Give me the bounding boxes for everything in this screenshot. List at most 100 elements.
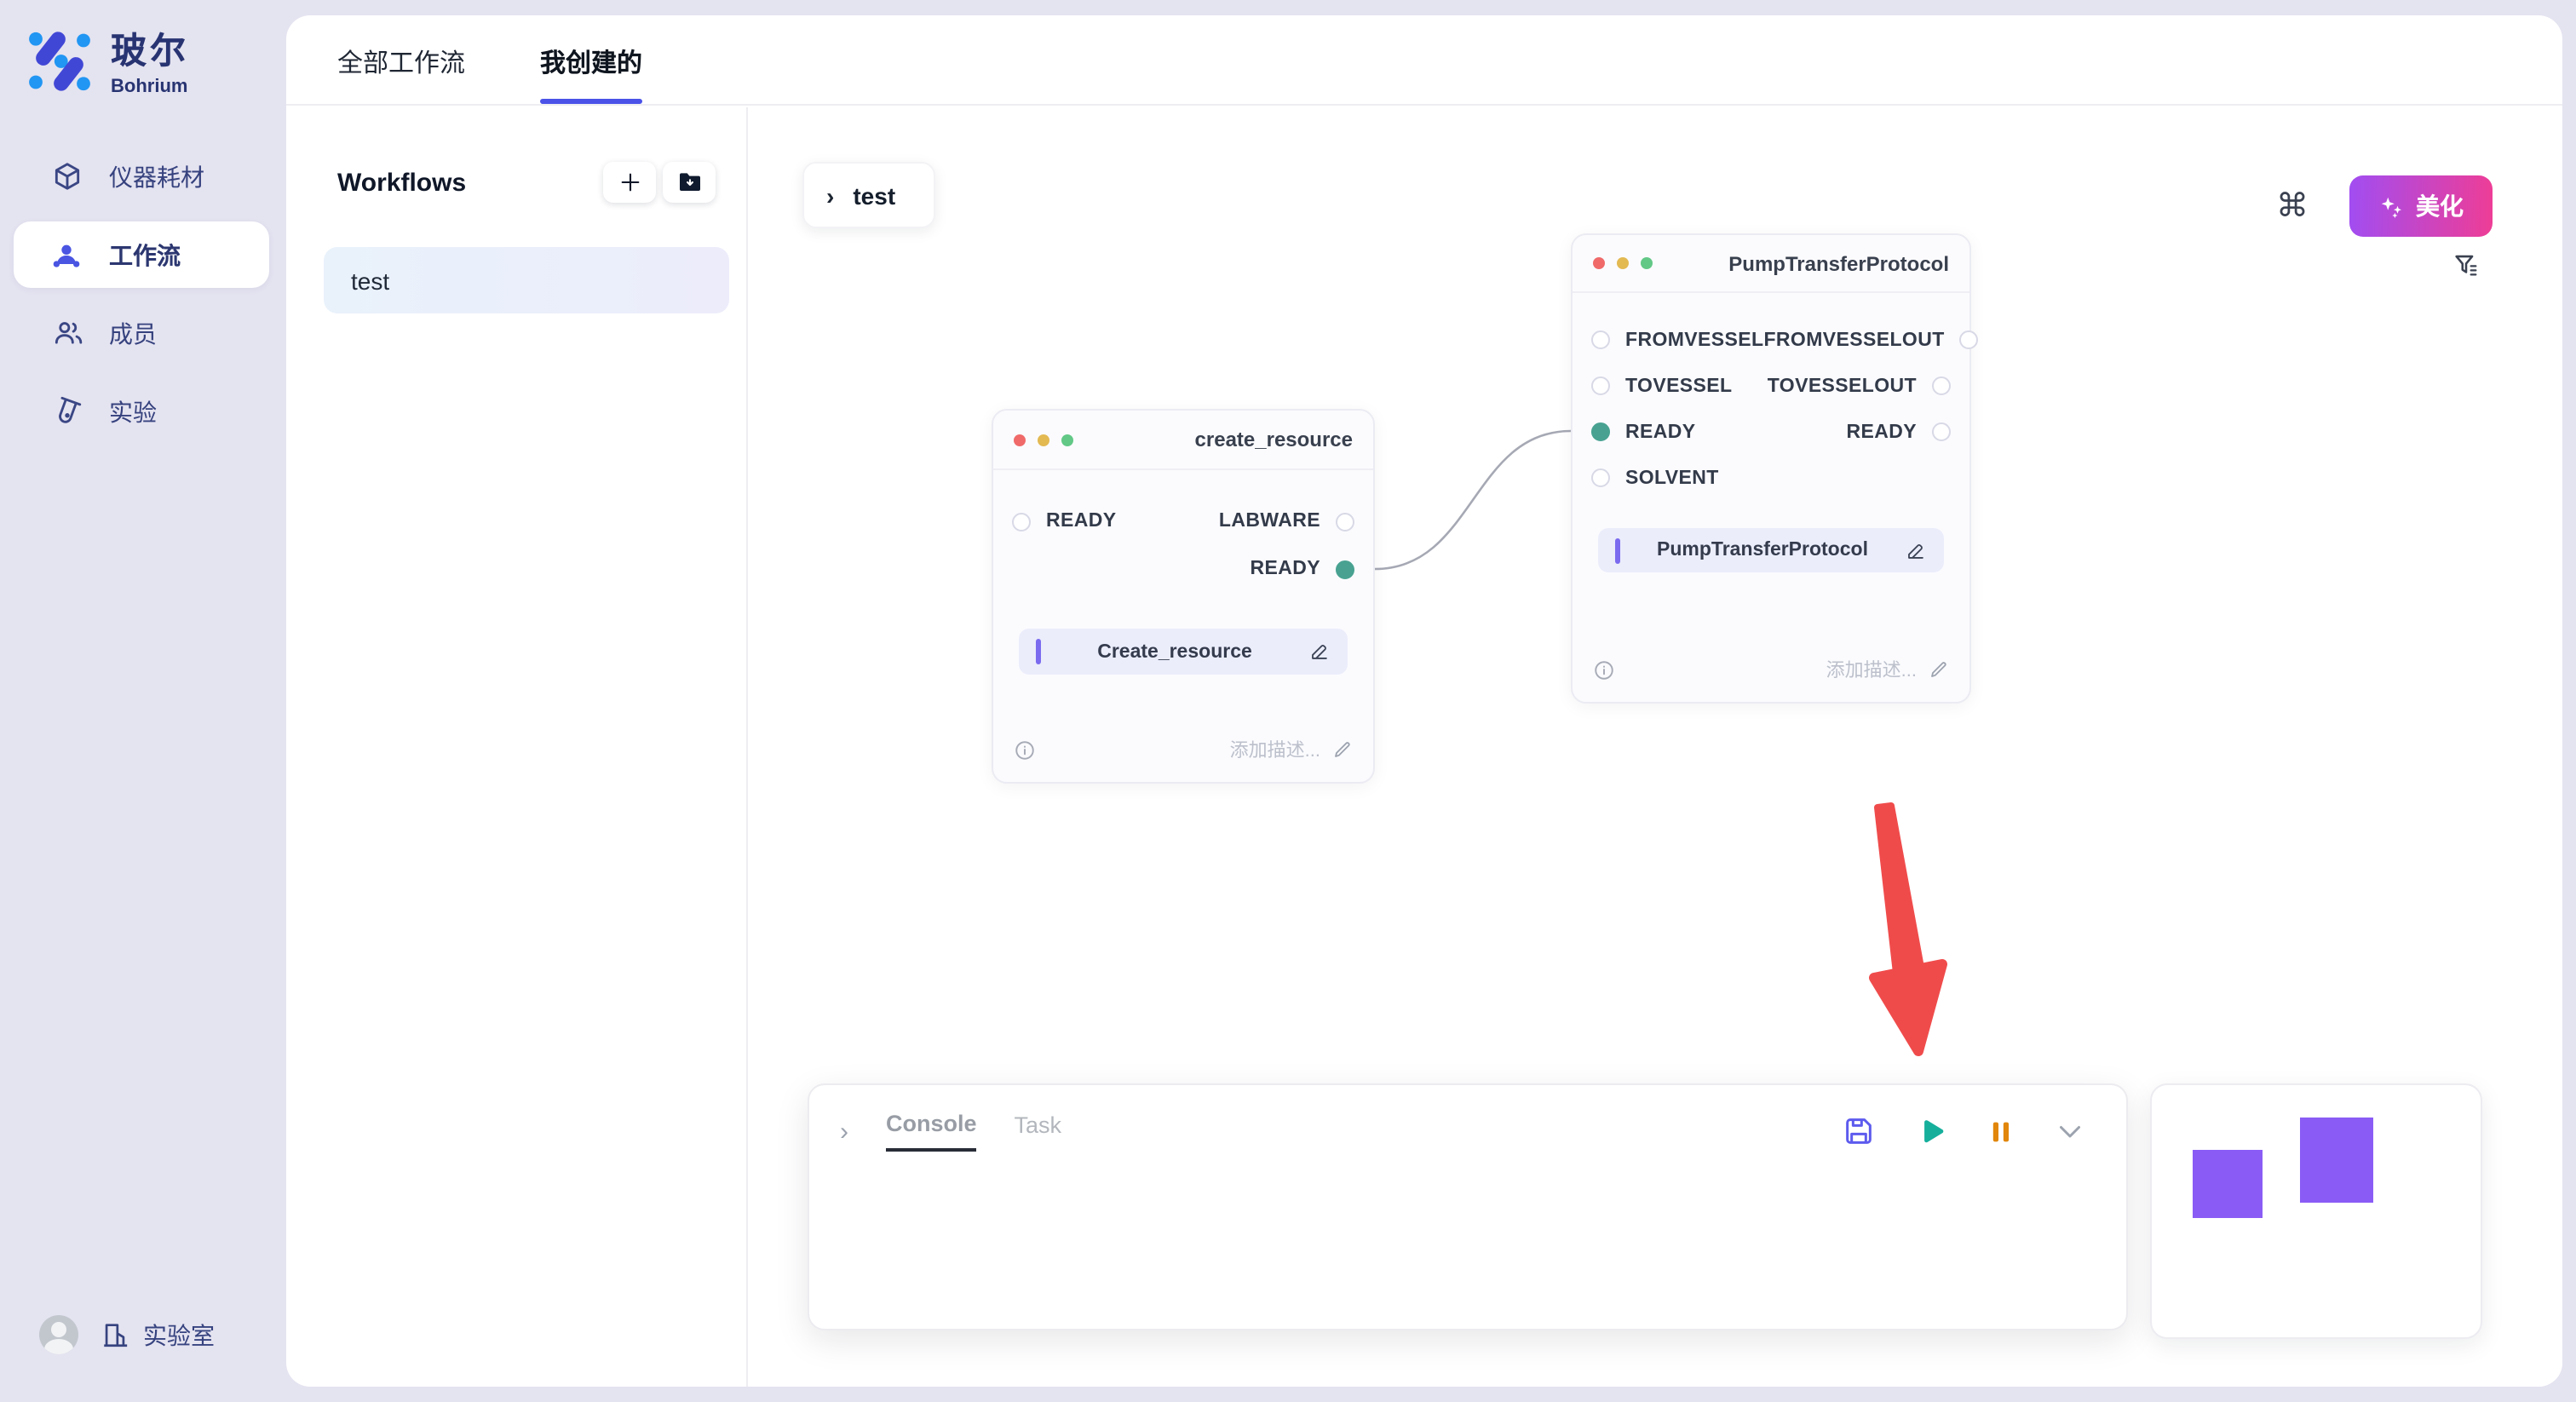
dot-green <box>1061 434 1073 445</box>
edit-icon[interactable] <box>1905 539 1927 561</box>
tab-my-created[interactable]: 我创建的 <box>540 44 642 104</box>
dot-red <box>1014 434 1026 445</box>
sidebar-item-label: 成员 <box>109 316 157 350</box>
run-play-icon[interactable] <box>1915 1115 1947 1147</box>
minimap-node-create-resource <box>2193 1150 2263 1218</box>
building-icon <box>101 1320 129 1349</box>
sidebar-item-label: 仪器耗材 <box>109 159 204 193</box>
canvas-breadcrumb[interactable]: › test <box>802 162 935 228</box>
plus-icon <box>618 170 641 194</box>
sidebar-footer: 实验室 <box>39 1315 215 1354</box>
port-handle[interactable] <box>1591 376 1610 395</box>
lab-switcher[interactable]: 实验室 <box>101 1318 215 1352</box>
console-panel: › Console Task <box>808 1083 2128 1330</box>
traffic-light-dots <box>1014 434 1073 445</box>
port-handle[interactable] <box>1336 512 1354 531</box>
workflows-title: Workflows <box>337 168 466 197</box>
workflow-tabs: 全部工作流 我创建的 <box>286 15 2562 106</box>
node-function-pill[interactable]: PumpTransferProtocol <box>1598 528 1944 572</box>
sidebar-item-experiment[interactable]: 实验 <box>14 378 269 445</box>
port-handle[interactable] <box>1591 468 1610 487</box>
port-handle[interactable] <box>1591 330 1610 349</box>
workflows-panel: Workflows test <box>286 107 748 1387</box>
minimap[interactable] <box>2150 1083 2482 1339</box>
main-content: 全部工作流 我创建的 Workflows <box>286 15 2562 1387</box>
port-handle[interactable] <box>1932 422 1951 441</box>
filter-icon[interactable] <box>2452 250 2481 288</box>
lab-label: 实验室 <box>143 1318 215 1352</box>
console-tab[interactable]: Console <box>886 1111 977 1152</box>
console-collapse-chevron-icon[interactable]: › <box>840 1117 848 1146</box>
folder-download-icon <box>676 169 703 196</box>
add-workflow-button[interactable] <box>603 162 656 203</box>
sidebar-item-consumables[interactable]: 仪器耗材 <box>14 143 269 210</box>
save-icon[interactable] <box>1842 1114 1876 1148</box>
port-handle[interactable] <box>1960 330 1979 349</box>
pencil-icon <box>1929 659 1949 680</box>
node-header: create_resource <box>993 411 1373 470</box>
workflow-icon <box>49 238 83 272</box>
sparkles-icon <box>2378 193 2404 219</box>
workflow-list-item-test[interactable]: test <box>324 247 729 313</box>
sidebar-item-members[interactable]: 成员 <box>14 300 269 366</box>
node-create-resource[interactable]: create_resource READY LABWARE <box>992 409 1375 784</box>
port-handle[interactable] <box>1012 512 1031 531</box>
sidebar-item-workflow[interactable]: 工作流 <box>14 221 269 288</box>
port-solvent-in[interactable]: SOLVENT <box>1573 468 1719 488</box>
port-tovesselout-out[interactable]: TOVESSELOUT <box>1768 376 1969 396</box>
box-icon <box>49 159 83 193</box>
node-title: create_resource <box>1195 428 1353 451</box>
breadcrumb-label: test <box>853 181 895 209</box>
sidebar-item-label: 工作流 <box>109 238 181 272</box>
workflow-canvas[interactable]: › test ⌘ 美化 <box>750 107 2562 1387</box>
node-pump-transfer-protocol[interactable]: PumpTransferProtocol FROMVESSEL FROMVESS… <box>1571 233 1971 704</box>
port-ready-out[interactable]: READY <box>1846 422 1969 442</box>
user-avatar[interactable] <box>39 1315 78 1354</box>
task-tab[interactable]: Task <box>1015 1112 1062 1150</box>
brand-name-en: Bohrium <box>111 77 189 97</box>
port-ready-in[interactable]: READY <box>1573 422 1696 442</box>
port-tovessel-in[interactable]: TOVESSEL <box>1573 376 1733 396</box>
app-window: 玻尔 Bohrium 仪器耗材 工作 <box>0 0 2576 1402</box>
brand-name-zh: 玻尔 <box>111 24 189 75</box>
port-fromvesselout-out[interactable]: FROMVESSELOUT <box>1763 330 1997 350</box>
port-handle[interactable] <box>1932 376 1951 395</box>
port-handle-connected[interactable] <box>1336 560 1354 578</box>
red-annotation-arrow <box>1854 802 1963 1061</box>
dot-yellow <box>1038 434 1049 445</box>
import-folder-button[interactable] <box>663 162 716 203</box>
tab-all-workflows[interactable]: 全部工作流 <box>337 44 465 104</box>
brand-logo: 玻尔 Bohrium <box>24 24 189 97</box>
info-icon[interactable] <box>1593 658 1615 681</box>
node-title: PumpTransferProtocol <box>1728 251 1949 275</box>
port-ready-in[interactable]: READY <box>993 511 1117 531</box>
dot-red <box>1593 257 1605 269</box>
chevron-right-icon: › <box>826 181 834 209</box>
pause-icon[interactable] <box>1987 1117 2015 1146</box>
port-fromvessel-in[interactable]: FROMVESSEL <box>1573 330 1763 350</box>
traffic-light-dots <box>1593 257 1653 269</box>
collapse-chevron-down-icon[interactable] <box>2055 1116 2085 1146</box>
node-description-placeholder[interactable]: 添加描述... <box>1826 656 1949 683</box>
pencil-icon <box>1332 739 1353 760</box>
node-function-pill[interactable]: Create_resource <box>1019 629 1348 675</box>
command-palette-icon[interactable]: ⌘ <box>2276 190 2309 222</box>
edit-icon[interactable] <box>1308 641 1331 663</box>
sidebar: 玻尔 Bohrium 仪器耗材 工作 <box>0 0 283 1402</box>
beautify-button[interactable]: 美化 <box>2349 175 2493 237</box>
dot-green <box>1641 257 1653 269</box>
port-labware-out[interactable]: LABWARE <box>1219 511 1373 531</box>
port-ready-out[interactable]: READY <box>1250 559 1373 579</box>
beautify-label: 美化 <box>2416 189 2464 223</box>
minimap-node-pump-transfer <box>2300 1118 2373 1203</box>
sidebar-item-label: 实验 <box>109 394 157 428</box>
bohrium-logo-icon <box>24 25 95 96</box>
sidebar-menu: 仪器耗材 工作流 成员 <box>14 143 269 457</box>
node-header: PumpTransferProtocol <box>1573 235 1969 293</box>
node-description-placeholder[interactable]: 添加描述... <box>1230 736 1353 763</box>
experiment-icon <box>49 394 83 428</box>
info-icon[interactable] <box>1014 738 1036 761</box>
members-icon <box>49 316 83 350</box>
port-handle-connected[interactable] <box>1591 422 1610 441</box>
dot-yellow <box>1617 257 1629 269</box>
